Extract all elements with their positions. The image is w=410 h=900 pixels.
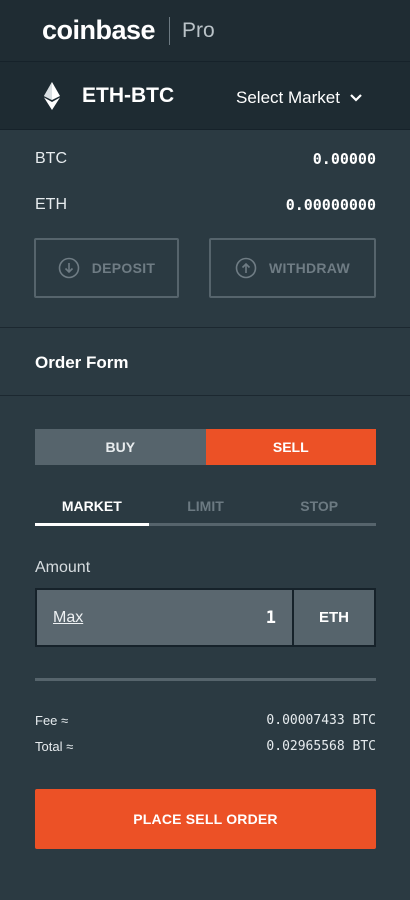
balance-row-eth: ETH 0.00000000 — [35, 196, 376, 220]
divider — [35, 678, 376, 681]
market-pair: ETH-BTC — [82, 84, 175, 107]
side-toggle: BUY SELL — [35, 429, 376, 465]
withdraw-label: WITHDRAW — [269, 260, 350, 276]
balance-currency: BTC — [35, 150, 67, 167]
arrow-up-circle-icon — [235, 257, 257, 279]
sell-tab[interactable]: SELL — [205, 429, 376, 465]
balances-panel: BTC 0.00000 ETH 0.00000000 DEPOSIT WITHD… — [0, 130, 410, 328]
withdraw-button[interactable]: WITHDRAW — [209, 238, 376, 298]
total-row: Total ≈ 0.02965568 BTC — [35, 739, 376, 757]
place-sell-order-button[interactable]: PLACE SELL ORDER — [35, 789, 376, 849]
tab-stop[interactable]: STOP — [262, 494, 376, 523]
order-form-header: Order Form — [0, 328, 410, 396]
deposit-label: DEPOSIT — [91, 260, 156, 276]
balance-value: 0.00000000 — [285, 196, 376, 214]
buy-tab[interactable]: BUY — [35, 429, 206, 465]
amount-input[interactable]: Max 1 — [37, 590, 292, 645]
balance-currency: ETH — [35, 196, 67, 213]
top-bar: coinbase Pro — [0, 0, 410, 62]
amount-unit: ETH — [292, 590, 374, 645]
brand-product: Pro — [182, 18, 215, 42]
market-bar: ETH-BTC Select Market — [0, 62, 410, 130]
chevron-down-icon — [350, 94, 362, 102]
balance-row-btc: BTC 0.00000 — [35, 150, 376, 174]
brand-logo[interactable]: coinbase — [42, 15, 156, 46]
total-label: Total ≈ — [35, 739, 74, 754]
select-market-label: Select Market — [236, 88, 340, 107]
ethereum-icon — [44, 82, 60, 110]
fee-row: Fee ≈ 0.00007433 BTC — [35, 713, 376, 731]
total-value: 0.02965568 BTC — [266, 739, 376, 754]
order-form: BUY SELL MARKET LIMIT STOP Amount Max 1 … — [0, 396, 410, 900]
amount-value[interactable]: 1 — [266, 608, 276, 628]
arrow-down-circle-icon — [58, 257, 80, 279]
fee-label: Fee ≈ — [35, 713, 69, 728]
max-link[interactable]: Max — [53, 609, 83, 627]
logo-divider — [169, 16, 171, 45]
select-market-dropdown[interactable]: Select Market — [236, 86, 362, 110]
tab-market[interactable]: MARKET — [35, 494, 149, 526]
amount-field: Max 1 ETH — [35, 588, 376, 647]
order-type-tabs: MARKET LIMIT STOP — [35, 494, 376, 526]
order-form-title: Order Form — [35, 353, 129, 372]
amount-label: Amount — [35, 559, 91, 576]
deposit-button[interactable]: DEPOSIT — [34, 238, 179, 298]
fee-value: 0.00007433 BTC — [266, 713, 376, 728]
tab-limit[interactable]: LIMIT — [149, 494, 263, 523]
balance-value: 0.00000 — [312, 150, 376, 168]
